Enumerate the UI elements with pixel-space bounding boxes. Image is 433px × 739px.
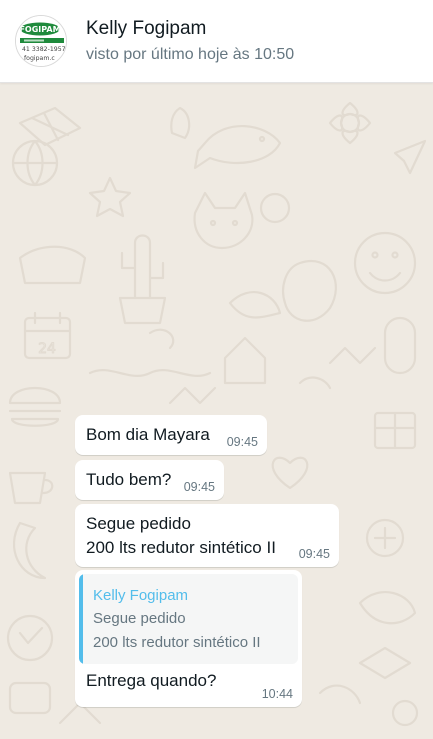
message-time: 09:45 — [183, 480, 215, 494]
quoted-author: Kelly Fogipam — [93, 587, 189, 604]
message-text: Bom dia Mayara — [86, 425, 210, 444]
message-time: 09:45 — [298, 547, 330, 561]
message-bubble[interactable]: Segue pedido 200 lts redutor sintético I… — [75, 504, 339, 567]
message-text: Tudo bem? — [86, 470, 172, 489]
message-time: 09:45 — [226, 435, 258, 449]
message-time: 10:44 — [261, 687, 293, 701]
svg-text:41 3382-1957: 41 3382-1957 — [22, 46, 66, 53]
message-text: Segue pedido 200 lts redutor sintético I… — [86, 512, 276, 560]
message-bubble[interactable]: Bom dia Mayara 09:45 — [75, 415, 267, 455]
contact-name[interactable]: Kelly Fogipam — [86, 18, 206, 40]
quote-accent-bar — [79, 574, 83, 664]
message-bubble[interactable]: Tudo bem? 09:45 — [75, 460, 224, 500]
last-seen-status: visto por último hoje às 10:50 — [86, 46, 295, 63]
quoted-text-line: Segue pedido — [93, 610, 186, 627]
message-text-line: Segue pedido — [86, 514, 191, 533]
svg-text:fogipam.c: fogipam.c — [24, 55, 55, 62]
quoted-message[interactable]: Kelly Fogipam Segue pedido 200 lts redut… — [79, 574, 298, 664]
message-bubble[interactable]: Kelly Fogipam Segue pedido 200 lts redut… — [75, 570, 302, 707]
svg-text:24: 24 — [38, 341, 56, 357]
contact-avatar[interactable]: FOGIPAM 41 3382-1957 fogipam.c — [15, 15, 67, 67]
fogipam-logo: FOGIPAM 41 3382-1957 fogipam.c — [16, 16, 66, 66]
message-text: Entrega quando? — [86, 671, 217, 690]
quoted-text-line: 200 lts redutor sintético II — [93, 634, 261, 651]
chat-header: FOGIPAM 41 3382-1957 fogipam.c Kelly Fog… — [0, 0, 433, 83]
svg-text:FOGIPAM: FOGIPAM — [19, 25, 60, 34]
message-text-line: 200 lts redutor sintético II — [86, 538, 276, 557]
chat-area[interactable]: 24 Bom dia Mayara 09:45 Tudo bem? 09:45 … — [0, 83, 433, 739]
quoted-text: Segue pedido 200 lts redutor sintético I… — [93, 607, 261, 655]
